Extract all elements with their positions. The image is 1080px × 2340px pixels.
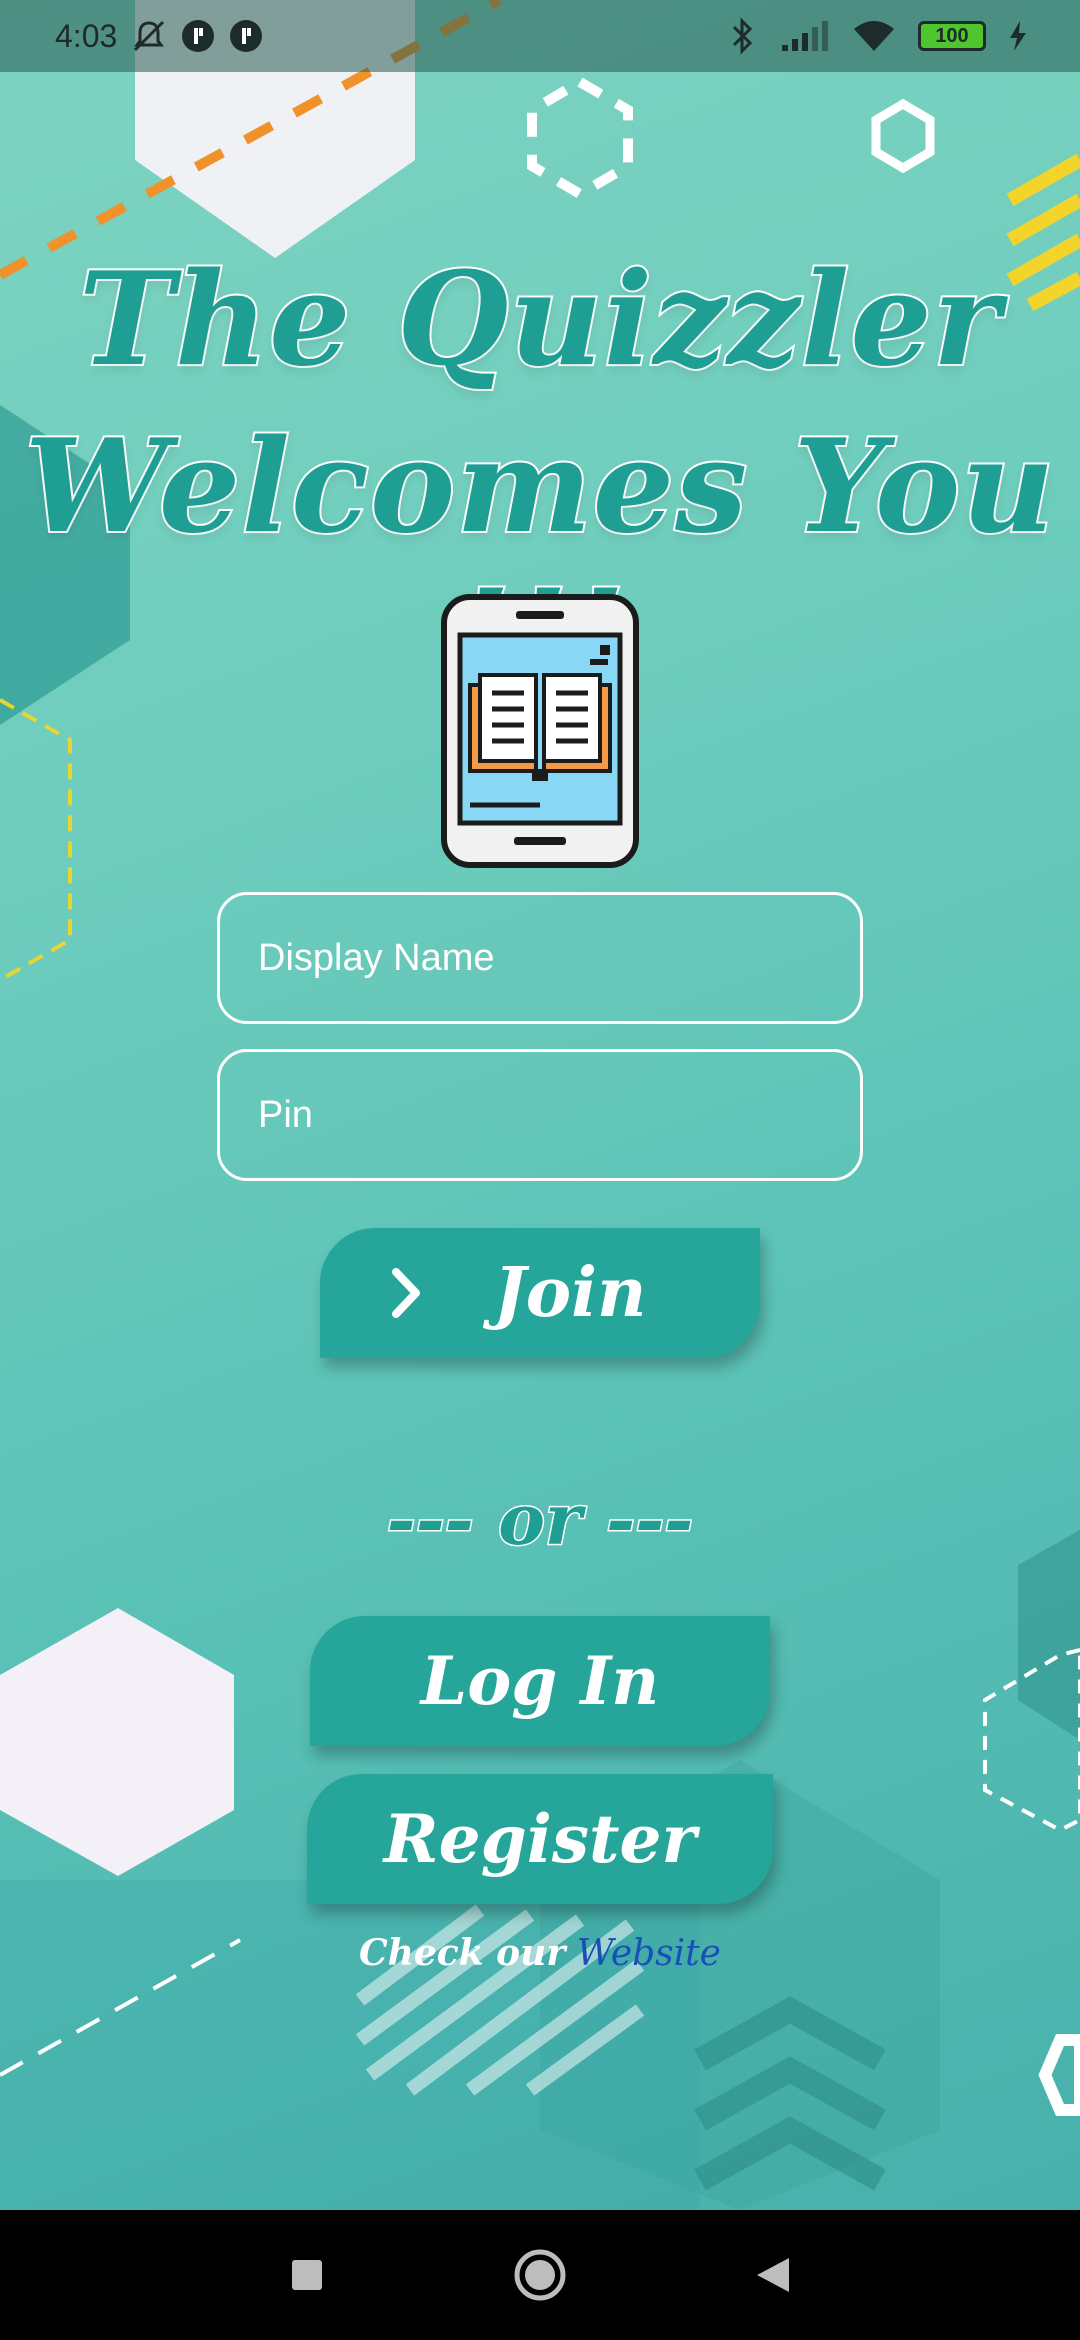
login-label: Log In: [420, 1642, 660, 1720]
register-button[interactable]: Register: [307, 1774, 773, 1904]
back-triangle-icon: [757, 2258, 790, 2292]
mute-bell-icon: [134, 20, 165, 52]
website-row: Check our Website: [0, 1932, 1080, 1974]
notification-icon: [230, 20, 263, 52]
join-label: Join: [493, 1253, 647, 1333]
wifi-icon: [854, 21, 894, 51]
battery-level: 100: [935, 24, 969, 47]
website-link[interactable]: Website: [577, 1933, 721, 1974]
back-button[interactable]: [733, 2235, 813, 2315]
or-separator: --- or ---: [385, 1477, 695, 1563]
login-button[interactable]: Log In: [310, 1616, 770, 1746]
display-name-input[interactable]: [217, 892, 863, 1024]
status-bar: 4:03 100: [0, 0, 1080, 72]
notification-icon: [182, 20, 215, 52]
recents-button[interactable]: [267, 2235, 347, 2315]
pin-input[interactable]: [217, 1049, 863, 1181]
status-right: 100: [728, 17, 1028, 55]
home-circle-icon: [514, 2249, 566, 2301]
status-left: 4:03: [55, 18, 263, 55]
home-button[interactable]: [500, 2235, 580, 2315]
status-time: 4:03: [55, 17, 118, 54]
website-prefix: Check our: [359, 1932, 566, 1974]
bluetooth-icon: [732, 17, 753, 55]
charging-icon: [1010, 21, 1026, 51]
chevron-right-icon: [392, 1268, 420, 1318]
navigation-bar: [0, 2210, 1080, 2340]
join-button[interactable]: Join: [320, 1228, 760, 1358]
register-label: Register: [383, 1800, 697, 1878]
title-line-1: The Quizzler: [77, 243, 1002, 397]
phone-book-icon: [441, 594, 639, 868]
signal-icon: [782, 21, 828, 51]
battery-icon: 100: [918, 21, 986, 51]
recents-square-icon: [291, 2260, 322, 2290]
